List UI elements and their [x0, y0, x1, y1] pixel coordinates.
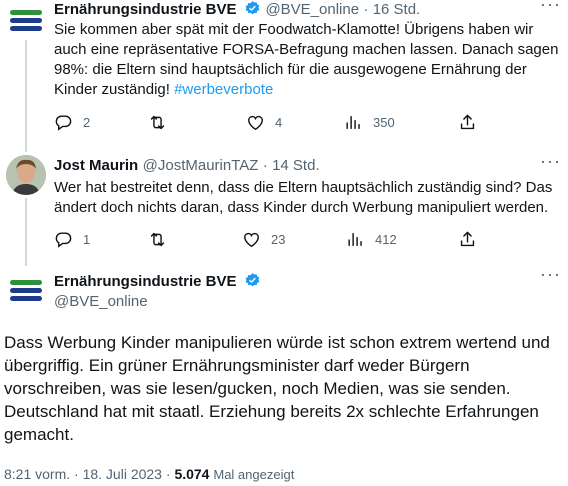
- logo-bar-blue: [10, 18, 42, 23]
- profile-photo: [6, 155, 46, 195]
- reply-button[interactable]: 2: [54, 113, 90, 132]
- logo-bar-blue: [10, 288, 42, 293]
- share-button[interactable]: [458, 230, 487, 249]
- reply-icon: [55, 232, 72, 248]
- main-tweet-text: Dass Werbung Kinder manipulieren würde i…: [4, 333, 550, 444]
- like-button[interactable]: 23: [242, 230, 285, 249]
- author-handle[interactable]: @JostMaurinTAZ: [143, 157, 259, 174]
- tweet-header: Jost Maurin @JostMaurinTAZ · 14 Std.: [54, 157, 320, 174]
- tweet-time[interactable]: 14 Std.: [272, 157, 320, 174]
- views-label: Mal angezeigt: [213, 467, 295, 482]
- timestamp[interactable]: 8:21 vorm. · 18. Juli 2023: [4, 466, 162, 482]
- main-author-block: Ernährungsindustrie BVE: [54, 272, 261, 291]
- share-icon: [460, 114, 475, 130]
- reply-count: 1: [83, 232, 91, 247]
- thread-line: [25, 40, 27, 152]
- views-count: 412: [375, 232, 397, 247]
- tweet-text: Sie kommen aber spät mit der Foodwatch-K…: [54, 21, 559, 98]
- like-button[interactable]: 4: [246, 113, 282, 132]
- author-name[interactable]: Ernährungsindustrie BVE: [54, 1, 237, 18]
- thread-line: [25, 198, 27, 266]
- more-icon[interactable]: ···: [540, 264, 561, 285]
- heart-icon: [248, 115, 263, 131]
- logo-bar-green: [10, 280, 42, 285]
- tweet-text: Wer hat bestreitet denn, dass die Eltern…: [54, 179, 553, 216]
- verified-badge-icon: [245, 1, 260, 15]
- like-count: 4: [275, 115, 283, 130]
- heart-icon: [244, 232, 259, 248]
- author-handle[interactable]: @BVE_online: [265, 1, 359, 18]
- retweet-icon: [150, 232, 165, 247]
- like-count: 23: [271, 232, 286, 247]
- author-name[interactable]: Jost Maurin: [54, 157, 138, 174]
- author-name[interactable]: Ernährungsindustrie BVE: [54, 273, 237, 290]
- avatar-jost-maurin[interactable]: [6, 155, 46, 195]
- retweet-icon: [150, 115, 165, 130]
- views-icon: [348, 233, 362, 246]
- avatar-bve[interactable]: [6, 270, 46, 310]
- tweet-header: Ernährungsindustrie BVE @BVE_online · 16…: [54, 1, 421, 18]
- reply-count: 2: [83, 115, 91, 130]
- views-count: 350: [373, 115, 395, 130]
- more-icon[interactable]: ···: [540, 151, 561, 172]
- share-button[interactable]: [458, 113, 487, 132]
- logo-bar-blue: [10, 296, 42, 301]
- views-count: 5.074: [174, 466, 210, 482]
- avatar-bve[interactable]: [6, 0, 46, 40]
- views-button[interactable]: 350: [344, 113, 395, 132]
- retweet-button[interactable]: [148, 113, 177, 132]
- hashtag-link[interactable]: #werbeverbote: [174, 81, 273, 98]
- views-icon: [346, 116, 360, 129]
- more-icon[interactable]: ···: [540, 0, 561, 15]
- tweet-time[interactable]: 16 Std.: [373, 1, 421, 18]
- share-icon: [460, 231, 475, 247]
- retweet-button[interactable]: [148, 230, 177, 249]
- views-button[interactable]: 412: [346, 230, 397, 249]
- reply-button[interactable]: 1: [54, 230, 90, 249]
- tweet-meta: 8:21 vorm. · 18. Juli 2023 · 5.074 Mal a…: [4, 466, 295, 482]
- reply-icon: [55, 115, 72, 131]
- author-handle[interactable]: @BVE_online: [54, 293, 148, 310]
- logo-bar-blue: [10, 26, 42, 31]
- logo-bar-green: [10, 10, 42, 15]
- verified-badge-icon: [245, 273, 260, 287]
